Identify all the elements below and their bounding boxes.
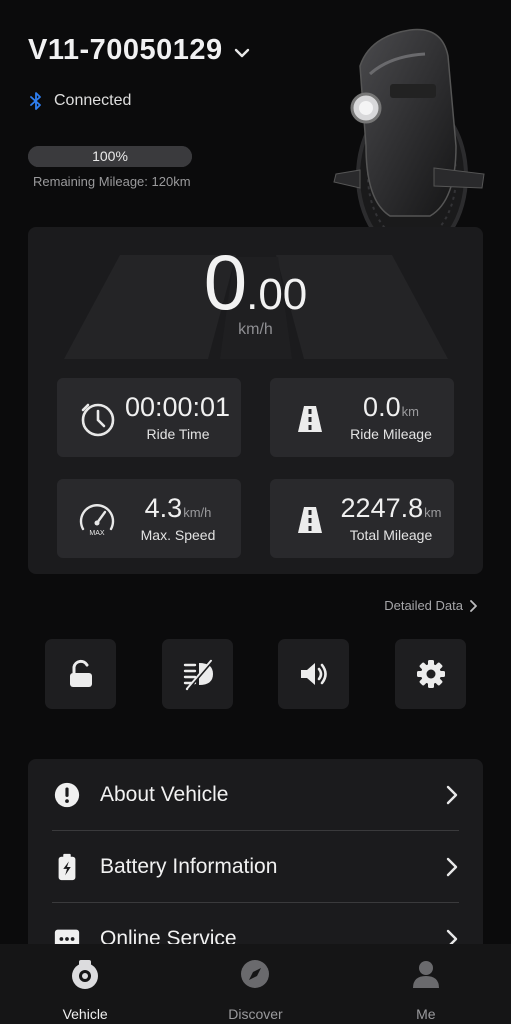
ride-mileage-unit: km <box>401 404 419 419</box>
detailed-data-label: Detailed Data <box>384 598 463 613</box>
total-mileage-value: 2247.8 <box>340 493 424 523</box>
menu-item-battery-information[interactable]: Battery Information <box>52 831 459 903</box>
ride-mileage-value: 0.0 <box>363 392 401 422</box>
battery-bar: 100% <box>28 146 192 167</box>
detailed-data-link[interactable]: Detailed Data <box>384 598 477 613</box>
speed-unit: km/h <box>238 321 273 338</box>
headlight-button[interactable] <box>162 639 233 709</box>
total-mileage-label: Total Mileage <box>349 527 433 543</box>
remaining-mileage: Remaining Mileage: 120km <box>33 174 191 189</box>
menu-label: About Vehicle <box>100 783 229 806</box>
connection-status: Connected <box>30 92 131 110</box>
speedometer-badge: MAX <box>89 530 105 537</box>
tab-label: Vehicle <box>62 1006 108 1022</box>
chevron-right-icon <box>470 599 477 612</box>
total-mileage-unit: km <box>424 505 442 520</box>
chevron-down-icon <box>234 48 249 57</box>
tab-discover[interactable]: Discover <box>170 944 340 1024</box>
stat-ride-time: 00:00:01 Ride Time <box>57 378 241 457</box>
max-speed-unit: km/h <box>183 505 212 520</box>
unicycle-image <box>333 28 485 256</box>
info-icon <box>54 782 80 808</box>
tab-label: Discover <box>228 1006 283 1022</box>
speed-decimal: .00 <box>246 270 308 319</box>
vehicle-icon <box>72 960 99 989</box>
ride-time-value: 00:00:01 <box>124 392 231 422</box>
road-icon <box>298 406 322 432</box>
dashboard-card: 0.00 km/h 00:00:01 Ride Time 0.0km Ride … <box>28 227 483 574</box>
vehicle-menu: About Vehicle Battery Information Online… <box>28 759 483 959</box>
stat-total-mileage: 2247.8km Total Mileage <box>270 479 454 558</box>
device-name: V11-70050129 <box>28 34 223 66</box>
bluetooth-icon <box>30 92 41 110</box>
menu-item-about-vehicle[interactable]: About Vehicle <box>52 759 459 831</box>
headlight-off-icon <box>183 659 214 691</box>
max-speed-value: 4.3 <box>144 493 183 523</box>
gear-icon <box>416 660 445 688</box>
settings-button[interactable] <box>395 639 466 709</box>
volume-button[interactable] <box>278 639 349 709</box>
device-selector[interactable]: V11-70050129 <box>28 34 251 67</box>
tab-vehicle[interactable]: Vehicle <box>0 944 170 1024</box>
ride-time-label: Ride Time <box>146 426 210 442</box>
volume-icon <box>300 663 327 685</box>
road-icon <box>298 507 322 533</box>
max-speed-label: Max. Speed <box>140 527 216 543</box>
connection-label: Connected <box>54 92 132 109</box>
person-icon <box>412 961 439 988</box>
stat-max-speed: MAX 4.3km/h Max. Speed <box>57 479 241 558</box>
chevron-right-icon <box>446 857 458 877</box>
tab-label: Me <box>416 1006 436 1022</box>
bottom-tab-bar: Vehicle Discover Me <box>0 944 511 1024</box>
menu-label: Battery Information <box>100 855 278 878</box>
clock-icon <box>81 403 115 437</box>
stat-ride-mileage: 0.0km Ride Mileage <box>270 378 454 457</box>
chevron-right-icon <box>446 785 458 805</box>
speed-integer: 0 <box>203 238 247 326</box>
unlock-icon <box>69 659 92 687</box>
ride-mileage-label: Ride Mileage <box>350 426 432 442</box>
tab-me[interactable]: Me <box>341 944 511 1024</box>
unlock-button[interactable] <box>45 639 116 709</box>
compass-icon <box>241 960 270 988</box>
battery-percent: 100% <box>92 148 128 164</box>
battery-icon <box>58 853 76 881</box>
speedometer-icon: MAX <box>79 504 115 537</box>
speed-readout: 0.00 <box>28 237 483 328</box>
